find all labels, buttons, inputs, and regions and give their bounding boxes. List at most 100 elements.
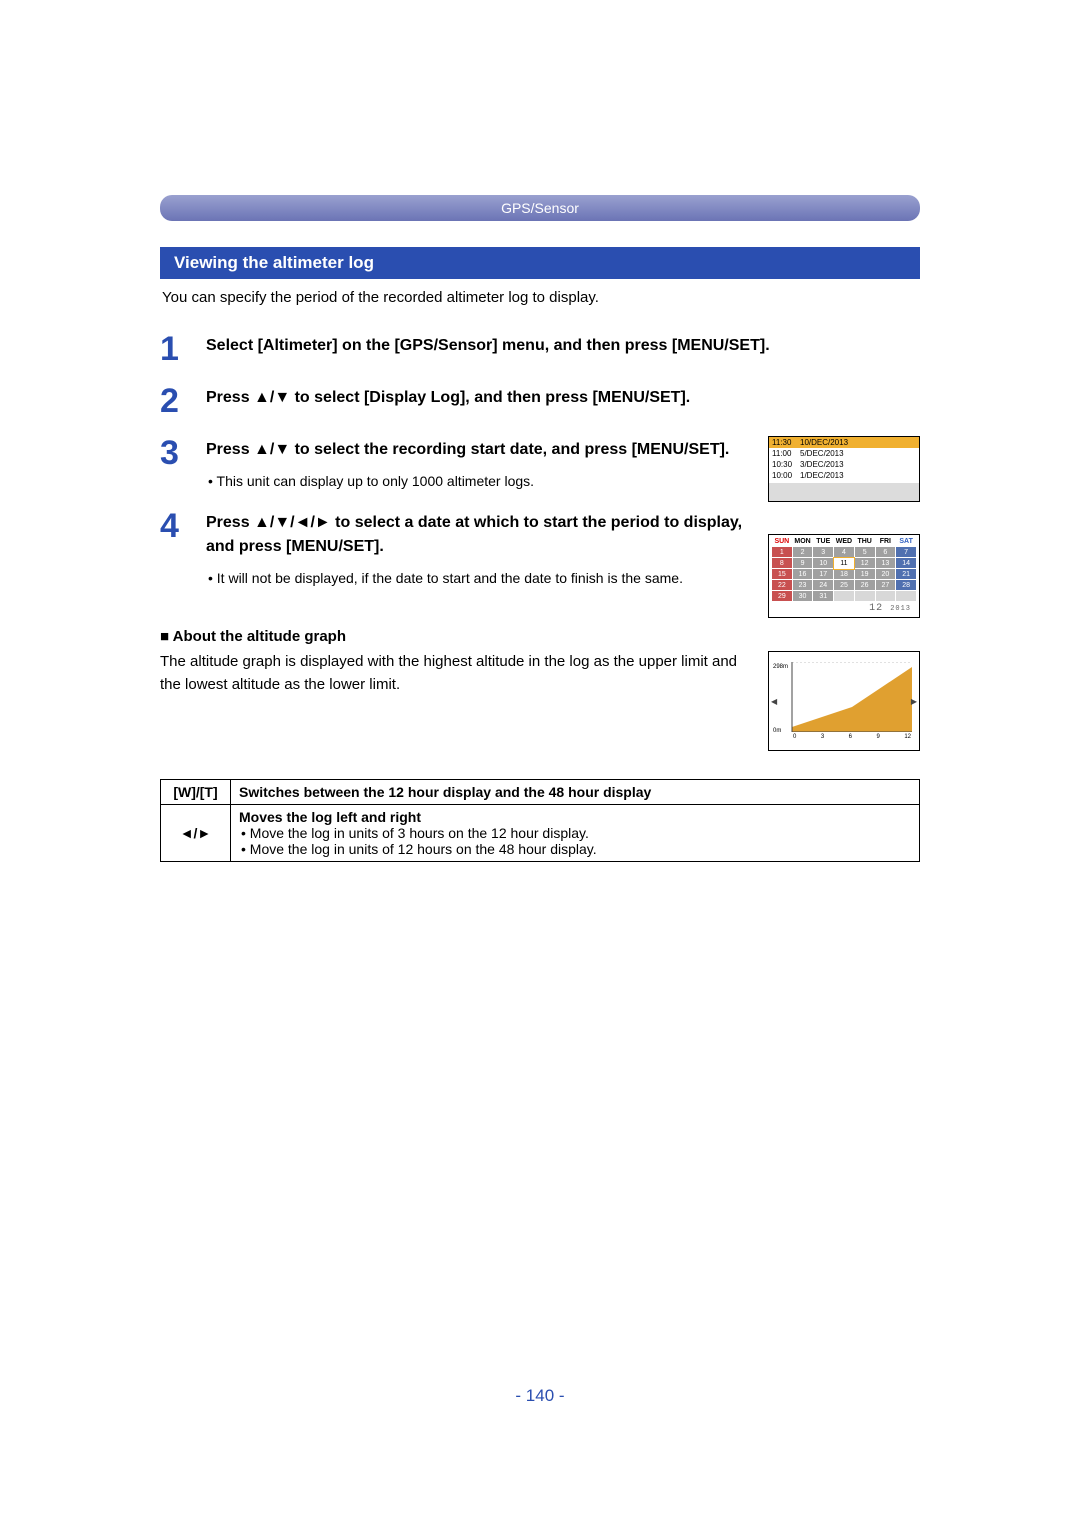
cal-day-empty — [834, 591, 855, 602]
cal-day: 17 — [813, 569, 834, 580]
cal-day: 10 — [813, 558, 834, 569]
calendar-table: SUN MON TUE WED THU FRI SAT 1 2 3 4 5 — [771, 537, 917, 602]
cal-day: 19 — [854, 569, 875, 580]
cal-dow: SUN — [772, 537, 793, 547]
op-desc: Moves the log left and right Move the lo… — [231, 805, 920, 862]
op-desc-sub: Move the log in units of 12 hours on the… — [239, 841, 911, 857]
page-number: - 140 - — [0, 1386, 1080, 1406]
calendar-illustration: SUN MON TUE WED THU FRI SAT 1 2 3 4 5 — [768, 534, 920, 618]
log-time: 10:30 — [772, 460, 800, 469]
cal-day: 14 — [896, 558, 917, 569]
cal-dow: TUE — [813, 537, 834, 547]
log-list-gap — [769, 483, 919, 501]
cal-day-empty — [854, 591, 875, 602]
op-desc-title: Moves the log left and right — [239, 809, 911, 825]
step-text: Press ▲/▼ to select [Display Log], and t… — [206, 386, 920, 409]
cal-day: 28 — [896, 580, 917, 591]
page-body: GPS/Sensor Viewing the altimeter log You… — [160, 195, 920, 862]
op-key: ◄/► — [161, 805, 231, 862]
altitude-graph-illustration: 298m 0m ◀▶ 0 3 6 9 12 — [768, 651, 920, 751]
log-time: 11:00 — [772, 449, 800, 458]
cal-day: 8 — [772, 558, 793, 569]
cal-year: 2013 — [890, 605, 911, 613]
step-text: Press ▲/▼ to select the recording start … — [206, 441, 729, 458]
x-tick: 6 — [849, 734, 852, 740]
cal-day: 21 — [896, 569, 917, 580]
log-date: 10/DEC/2013 — [800, 438, 848, 447]
cal-day-empty — [896, 591, 917, 602]
step-note: It will not be displayed, if the date to… — [206, 568, 766, 588]
cal-day: 22 — [772, 580, 793, 591]
log-time: 11:30 — [772, 438, 800, 447]
cal-day: 20 — [875, 569, 896, 580]
cal-month: 12 — [869, 603, 883, 614]
log-row: 10:00 1/DEC/2013 — [769, 470, 919, 481]
cal-dow: THU — [854, 537, 875, 547]
log-row: 11:00 5/DEC/2013 — [769, 448, 919, 459]
step-1: 1 Select [Altimeter] on the [GPS/Sensor]… — [160, 334, 920, 366]
log-time: 10:00 — [772, 471, 800, 480]
cal-day-today: 11 — [834, 558, 855, 569]
graph-y-max: 298m — [773, 664, 788, 670]
op-desc-sub: Move the log in units of 3 hours on the … — [239, 825, 911, 841]
operations-table: [W]/[T] Switches between the 12 hour dis… — [160, 779, 920, 862]
log-date: 5/DEC/2013 — [800, 449, 844, 458]
graph-x-ticks: 0 3 6 9 12 — [791, 734, 913, 740]
step-number: 4 — [160, 509, 206, 543]
cal-day: 15 — [772, 569, 793, 580]
cal-day: 7 — [896, 547, 917, 558]
step-3-wrap: 3 Press ▲/▼ to select the recording star… — [160, 438, 920, 491]
cal-day: 26 — [854, 580, 875, 591]
cal-day: 30 — [792, 591, 813, 602]
cal-day: 16 — [792, 569, 813, 580]
log-row: 10:30 3/DEC/2013 — [769, 459, 919, 470]
cal-day: 23 — [792, 580, 813, 591]
cal-day: 13 — [875, 558, 896, 569]
cal-day: 18 — [834, 569, 855, 580]
cal-day: 5 — [854, 547, 875, 558]
about-heading: About the altitude graph — [160, 628, 920, 645]
cal-day: 12 — [854, 558, 875, 569]
step-text: Select [Altimeter] on the [GPS/Sensor] m… — [206, 334, 920, 357]
cal-day: 1 — [772, 547, 793, 558]
graph-y-min: 0m — [773, 728, 781, 734]
step-note: This unit can display up to only 1000 al… — [206, 471, 746, 491]
log-date: 1/DEC/2013 — [800, 471, 844, 480]
step-number: 3 — [160, 436, 206, 470]
cal-day: 24 — [813, 580, 834, 591]
cal-day-empty — [875, 591, 896, 602]
log-row-selected: 11:30 10/DEC/2013 — [769, 437, 919, 448]
step-number: 1 — [160, 332, 206, 366]
op-key: [W]/[T] — [161, 780, 231, 805]
op-desc: Switches between the 12 hour display and… — [231, 780, 920, 805]
cal-day: 31 — [813, 591, 834, 602]
x-tick: 9 — [876, 734, 879, 740]
cal-dow: MON — [792, 537, 813, 547]
calendar-footer: 12 2013 — [771, 602, 917, 614]
cal-day: 3 — [813, 547, 834, 558]
cal-dow: SAT — [896, 537, 917, 547]
cal-day: 27 — [875, 580, 896, 591]
x-tick: 0 — [793, 734, 796, 740]
cal-day: 6 — [875, 547, 896, 558]
step-2: 2 Press ▲/▼ to select [Display Log], and… — [160, 386, 920, 418]
cal-day: 29 — [772, 591, 793, 602]
step-number: 2 — [160, 384, 206, 418]
x-tick: 12 — [904, 734, 911, 740]
about-text: The altitude graph is displayed with the… — [160, 651, 750, 696]
cal-dow: WED — [834, 537, 855, 547]
graph-arrows: ◀▶ — [771, 697, 917, 706]
section-title: Viewing the altimeter log — [160, 247, 920, 279]
log-date: 3/DEC/2013 — [800, 460, 844, 469]
intro-text: You can specify the period of the record… — [162, 289, 920, 306]
cal-day: 9 — [792, 558, 813, 569]
x-tick: 3 — [821, 734, 824, 740]
header-bar: GPS/Sensor — [160, 195, 920, 221]
log-list-illustration: 11:30 10/DEC/2013 11:00 5/DEC/2013 10:30… — [768, 436, 920, 502]
steps-list: 1 Select [Altimeter] on the [GPS/Sensor]… — [160, 334, 920, 588]
cal-day: 25 — [834, 580, 855, 591]
cal-day: 2 — [792, 547, 813, 558]
step-text: Press ▲/▼/◄/► to select a date at which … — [206, 514, 742, 554]
cal-dow: FRI — [875, 537, 896, 547]
cal-day: 4 — [834, 547, 855, 558]
